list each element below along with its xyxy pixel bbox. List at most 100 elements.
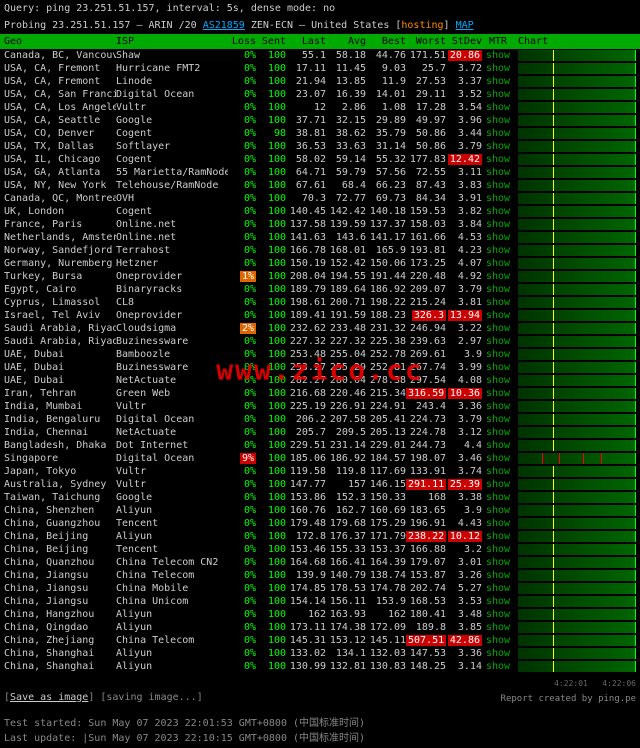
- chart-cell: [514, 362, 636, 373]
- mtr-link[interactable]: show: [482, 310, 514, 321]
- mtr-link[interactable]: show: [482, 414, 514, 425]
- mtr-link[interactable]: show: [482, 557, 514, 568]
- mtr-link[interactable]: show: [482, 102, 514, 113]
- mtr-link[interactable]: show: [482, 440, 514, 451]
- map-link[interactable]: MAP: [456, 20, 474, 31]
- cell-isp: Bamboozle: [116, 349, 228, 360]
- mtr-link[interactable]: show: [482, 284, 514, 295]
- cell-loss: 9%: [228, 453, 256, 464]
- cell-isp: NetActuate: [116, 427, 228, 438]
- cell-worst: 17.28: [406, 102, 446, 113]
- mtr-link[interactable]: show: [482, 193, 514, 204]
- mtr-link[interactable]: show: [482, 167, 514, 178]
- mtr-link[interactable]: show: [482, 323, 514, 334]
- table-row: China, JiangsuChina Mobile0%100174.85178…: [0, 582, 640, 595]
- mtr-link[interactable]: show: [482, 115, 514, 126]
- cell-geo: Turkey, Bursa: [4, 271, 116, 282]
- cell-geo: USA, CA, Seattle: [4, 115, 116, 126]
- mtr-link[interactable]: show: [482, 297, 514, 308]
- mtr-link[interactable]: show: [482, 622, 514, 633]
- mtr-link[interactable]: show: [482, 76, 514, 87]
- mtr-link[interactable]: show: [482, 544, 514, 555]
- mtr-link[interactable]: show: [482, 453, 514, 464]
- cell-stdev: 3.79: [446, 414, 482, 425]
- mtr-link[interactable]: show: [482, 336, 514, 347]
- cell-last: 205.7: [286, 427, 326, 438]
- cell-isp: Digital Ocean: [116, 453, 228, 464]
- table-row: Israel, Tel AvivOneprovider0%100189.4119…: [0, 309, 640, 322]
- chart-cell: [514, 310, 636, 321]
- mtr-link[interactable]: show: [482, 505, 514, 516]
- cell-sent: 100: [256, 76, 286, 87]
- mtr-link[interactable]: show: [482, 596, 514, 607]
- mtr-link[interactable]: show: [482, 388, 514, 399]
- chart-cell: [514, 349, 636, 360]
- last-update: Last update: |Sun May 07 2023 22:10:15 G…: [4, 733, 365, 744]
- mtr-link[interactable]: show: [482, 375, 514, 386]
- mtr-link[interactable]: show: [482, 661, 514, 672]
- table-row: China, QingdaoAliyun0%100173.11174.38172…: [0, 621, 640, 634]
- cell-sent: 100: [256, 271, 286, 282]
- cell-geo: Japan, Tokyo: [4, 466, 116, 477]
- cell-stdev: 3.44: [446, 128, 482, 139]
- mtr-link[interactable]: show: [482, 583, 514, 594]
- col-avg: Avg: [326, 36, 366, 47]
- mtr-link[interactable]: show: [482, 401, 514, 412]
- cell-stdev: 3.36: [446, 648, 482, 659]
- mtr-link[interactable]: show: [482, 635, 514, 646]
- cell-isp: Digital Ocean: [116, 89, 228, 100]
- cell-stdev: 3.26: [446, 570, 482, 581]
- mtr-link[interactable]: show: [482, 258, 514, 269]
- mtr-link[interactable]: show: [482, 128, 514, 139]
- chart-cell: [514, 154, 636, 165]
- cell-worst: 87.43: [406, 180, 446, 191]
- cell-sent: 100: [256, 206, 286, 217]
- table-row: USA, CA, Los AngelesVultr0%100122.861.08…: [0, 101, 640, 114]
- mtr-link[interactable]: show: [482, 570, 514, 581]
- mtr-link[interactable]: show: [482, 518, 514, 529]
- cell-avg: 168.01: [326, 245, 366, 256]
- mtr-link[interactable]: show: [482, 206, 514, 217]
- cell-geo: Saudi Arabia, Riyadh: [4, 336, 116, 347]
- mtr-link[interactable]: show: [482, 245, 514, 256]
- cell-avg: 186.92: [326, 453, 366, 464]
- mtr-link[interactable]: show: [482, 271, 514, 282]
- mtr-link[interactable]: show: [482, 466, 514, 477]
- cell-best: 69.73: [366, 193, 406, 204]
- mtr-link[interactable]: show: [482, 141, 514, 152]
- mtr-link[interactable]: show: [482, 63, 514, 74]
- cell-avg: 162.7: [326, 505, 366, 516]
- mtr-link[interactable]: show: [482, 219, 514, 230]
- cell-isp: Shaw: [116, 50, 228, 61]
- cell-best: 140.18: [366, 206, 406, 217]
- cell-best: 174.78: [366, 583, 406, 594]
- cell-loss: 0%: [228, 609, 256, 620]
- mtr-link[interactable]: show: [482, 180, 514, 191]
- chart-cell: [514, 245, 636, 256]
- cell-sent: 100: [256, 219, 286, 230]
- cell-stdev: 3.74: [446, 466, 482, 477]
- cell-stdev: 3.2: [446, 544, 482, 555]
- mtr-link[interactable]: show: [482, 479, 514, 490]
- cell-geo: China, Shanghai: [4, 648, 116, 659]
- mtr-link[interactable]: show: [482, 648, 514, 659]
- save-image-link[interactable]: Save as image: [10, 692, 88, 703]
- mtr-link[interactable]: show: [482, 531, 514, 542]
- chart-cell: [514, 414, 636, 425]
- mtr-link[interactable]: show: [482, 609, 514, 620]
- mtr-link[interactable]: show: [482, 50, 514, 61]
- mtr-link[interactable]: show: [482, 349, 514, 360]
- mtr-link[interactable]: show: [482, 492, 514, 503]
- cell-sent: 100: [256, 635, 286, 646]
- mtr-link[interactable]: show: [482, 362, 514, 373]
- cell-last: 173.11: [286, 622, 326, 633]
- chart-cell: [514, 388, 636, 399]
- mtr-link[interactable]: show: [482, 232, 514, 243]
- cell-worst: 297.54: [406, 375, 446, 386]
- mtr-link[interactable]: show: [482, 89, 514, 100]
- table-row: USA, TX, DallasSoftlayer0%10036.5333.633…: [0, 140, 640, 153]
- mtr-link[interactable]: show: [482, 154, 514, 165]
- mtr-link[interactable]: show: [482, 427, 514, 438]
- table-row: Taiwan, TaichungGoogle0%100153.86152.315…: [0, 491, 640, 504]
- asn-link[interactable]: AS21859: [203, 20, 245, 31]
